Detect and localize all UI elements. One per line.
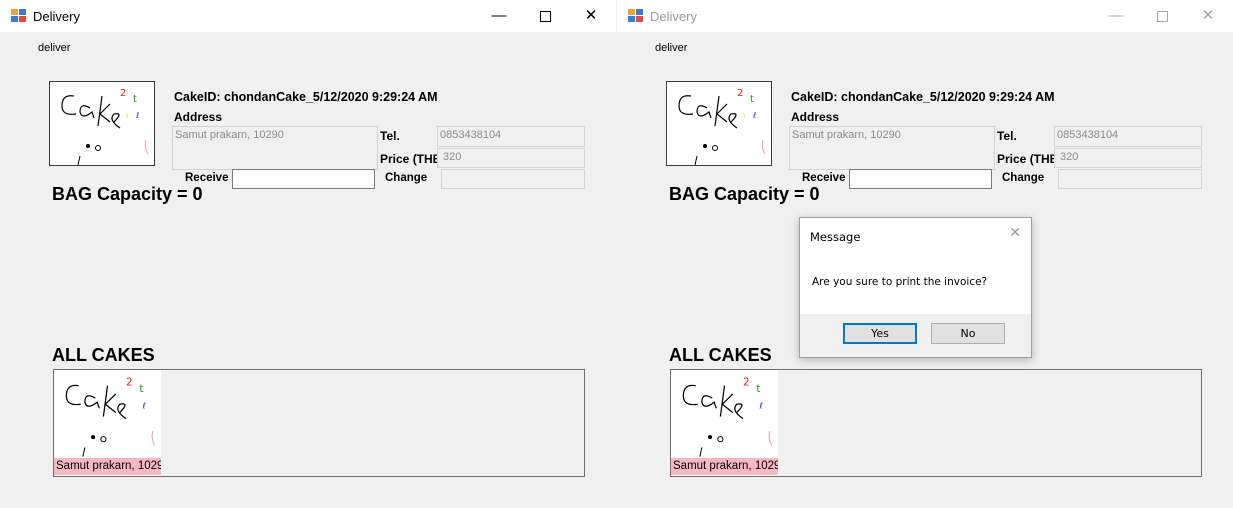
deliver-label: deliver xyxy=(655,42,688,54)
bag-capacity-label: BAG Capacity = 0 xyxy=(52,184,203,204)
tel-label: Tel. xyxy=(380,129,400,143)
price-field: 320 xyxy=(1054,148,1202,168)
close-button[interactable]: ✕ xyxy=(568,0,614,32)
bag-capacity-label: BAG Capacity = 0 xyxy=(669,184,820,204)
svg-text:t: t xyxy=(133,94,137,105)
change-field xyxy=(441,169,585,189)
cake-card-caption: Samut prakarn, 10290 xyxy=(671,458,778,475)
minimize-button[interactable]: — xyxy=(476,0,522,32)
svg-text:2: 2 xyxy=(120,88,126,99)
svg-text:ℓ: ℓ xyxy=(758,400,762,410)
cake-card[interactable]: 2 t ℓ Samut prakarn, 10290 xyxy=(54,370,161,476)
price-field: 320 xyxy=(437,148,585,168)
cake-image: 2 t ℓ ı xyxy=(666,81,772,166)
address-field: Samut prakarn, 10290 xyxy=(789,126,995,170)
no-button[interactable]: No xyxy=(931,323,1005,344)
maximize-icon xyxy=(1156,10,1168,22)
tel-field: 0853438104 xyxy=(437,126,585,147)
svg-text:ℓ: ℓ xyxy=(135,111,139,120)
svg-text:t: t xyxy=(750,94,754,105)
all-cakes-panel: 2 t ℓ Samut prakarn, 10290 xyxy=(670,369,1202,477)
deliver-label: deliver xyxy=(38,42,71,54)
svg-text:ℓ: ℓ xyxy=(752,111,756,120)
receive-label: Receive xyxy=(802,172,846,184)
svg-text:ı: ı xyxy=(126,111,128,120)
cake-card[interactable]: 2 t ℓ Samut prakarn, 10290 xyxy=(671,370,778,476)
receive-input[interactable] xyxy=(232,169,375,189)
dialog-message: Are you sure to print the invoice? xyxy=(812,276,988,288)
maximize-button[interactable] xyxy=(1139,0,1185,32)
receive-input[interactable] xyxy=(849,169,992,189)
yes-button[interactable]: Yes xyxy=(843,323,917,344)
cake-id-label: CakeID: chondanCake_5/12/2020 9:29:24 AM xyxy=(174,90,438,104)
maximize-button[interactable] xyxy=(522,0,568,32)
dialog-button-bar: Yes No xyxy=(800,314,1031,357)
address-field: Samut prakarn, 10290 xyxy=(172,126,378,170)
price-label: Price (THB) xyxy=(380,152,446,166)
app-icon xyxy=(628,9,643,22)
svg-text:2: 2 xyxy=(126,377,133,389)
title-bar[interactable]: Delivery — ✕ xyxy=(617,0,1233,32)
svg-text:2: 2 xyxy=(743,377,750,389)
change-field xyxy=(1058,169,1202,189)
tel-field: 0853438104 xyxy=(1054,126,1202,147)
title-bar[interactable]: Delivery — ✕ xyxy=(0,0,616,32)
address-label: Address xyxy=(791,110,840,124)
minimize-button[interactable]: — xyxy=(1093,0,1139,32)
svg-text:ı: ı xyxy=(743,111,745,120)
price-label: Price (THB) xyxy=(997,152,1063,166)
svg-text:2: 2 xyxy=(737,88,743,99)
cake-image: 2 t ℓ ı xyxy=(49,81,155,166)
cake-card-caption: Samut prakarn, 10290 xyxy=(54,458,161,475)
delivery-window-main: Delivery — ✕ deliver 2 t ℓ ı CakeID: cho… xyxy=(0,0,616,508)
dialog-close-icon[interactable]: ✕ xyxy=(1009,225,1021,241)
close-button[interactable]: ✕ xyxy=(1185,0,1231,32)
svg-text:t: t xyxy=(139,383,143,395)
app-icon xyxy=(11,9,26,22)
receive-label: Receive xyxy=(185,172,229,184)
all-cakes-heading: ALL CAKES xyxy=(52,345,155,365)
maximize-icon xyxy=(539,10,551,22)
svg-text:t: t xyxy=(756,383,760,395)
dialog-title: Message xyxy=(810,230,861,244)
window-title: Delivery xyxy=(650,9,697,24)
confirm-print-dialog: Message ✕ Are you sure to print the invo… xyxy=(799,217,1032,358)
change-label: Change xyxy=(1002,172,1045,184)
tel-label: Tel. xyxy=(997,129,1017,143)
window-title: Delivery xyxy=(33,9,80,24)
cake-id-label: CakeID: chondanCake_5/12/2020 9:29:24 AM xyxy=(791,90,1055,104)
svg-text:ℓ: ℓ xyxy=(141,400,145,410)
all-cakes-heading: ALL CAKES xyxy=(669,345,772,365)
change-label: Change xyxy=(385,172,428,184)
all-cakes-panel: 2 t ℓ Samut prakarn, 10290 xyxy=(53,369,585,477)
address-label: Address xyxy=(174,110,223,124)
